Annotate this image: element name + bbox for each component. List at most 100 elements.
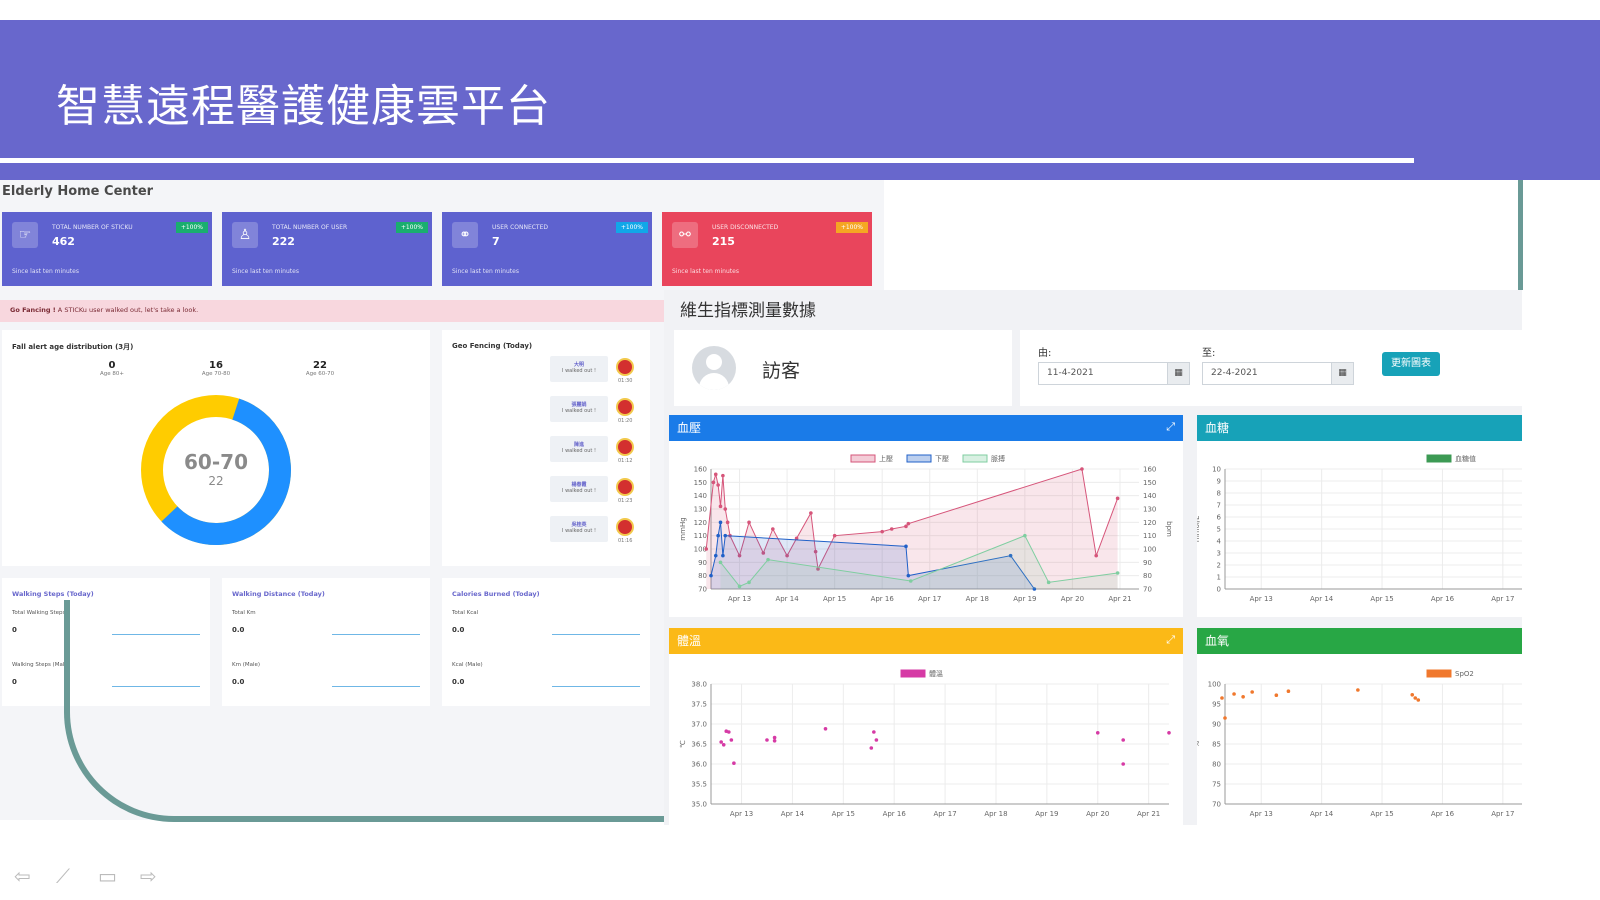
x-tick-label: Apr 13 — [1250, 810, 1273, 818]
y-tick-label: 38.0 — [691, 681, 707, 689]
metric-label: Walking Steps (Male) — [12, 662, 70, 668]
pen-icon[interactable]: ⟋ — [56, 864, 70, 888]
next-arrow-icon[interactable]: ⇨ — [140, 864, 157, 888]
y-tick-label: 36.0 — [691, 761, 707, 769]
visitor-card: 訪客 — [674, 330, 1012, 406]
geo-bubble: 吳桂英 I walked out ! — [550, 516, 608, 542]
x-tick-label: Apr 14 — [1310, 595, 1334, 603]
data-point — [889, 527, 894, 531]
panel-title: 血氧 — [1205, 634, 1230, 648]
link-icon: ⚭ — [452, 222, 478, 248]
data-point — [1046, 580, 1051, 585]
data-point — [713, 472, 718, 477]
stat-card-disconnected[interactable]: ⚯ USER DISCONNECTED 215 +100% Since last… — [662, 212, 872, 286]
x-tick-label: Apr 17 — [918, 595, 941, 603]
y2-tick-label: 140 — [1143, 492, 1156, 500]
blood-sugar-chart: 血糖值 0 1 2 3 4 5 6 7 8 9 10 Apr 13 Apr 14 Apr 15 Apr 16 A… — [1197, 454, 1522, 603]
x-tick-label: Apr 19 — [1013, 595, 1036, 603]
slide-title: 智慧遠程醫護健康雲平台 — [56, 81, 551, 132]
x-tick-label: Apr 21 — [1137, 810, 1160, 818]
data-point — [1356, 688, 1360, 692]
geo-event[interactable]: 大明 I walked out ! 01:30 — [550, 356, 646, 386]
y2-tick-label: 120 — [1143, 519, 1156, 527]
geo-event[interactable]: 張麗娟 I walked out ! 01:20 — [550, 396, 646, 426]
geo-event[interactable]: 吳桂英 I walked out ! 01:16 — [550, 516, 646, 546]
age-donut-chart — [141, 394, 291, 545]
menu-icon[interactable]: ▭ — [98, 864, 117, 888]
x-tick-label: Apr 21 — [1108, 595, 1131, 603]
y-tick-label: 37.5 — [691, 701, 707, 709]
y-tick-label: 3 — [1217, 550, 1221, 558]
geo-card-title: Geo Fencing (Today) — [452, 342, 533, 350]
update-chart-button[interactable]: 更新圖表 — [1382, 352, 1440, 376]
blood-pressure-chart: 上壓 下壓 脈搏70 7080 8090 90100 100110 110120 120130 1… — [679, 454, 1173, 603]
data-point — [1023, 533, 1027, 538]
legend-label: SpO2 — [1455, 670, 1474, 678]
stat-card-sticku[interactable]: ☞ TOTAL NUMBER OF STICKU 462 +100% Since… — [2, 212, 212, 286]
data-point — [1410, 693, 1415, 697]
y-tick-label: 36.5 — [691, 741, 707, 749]
y-tick-label: 120 — [694, 519, 707, 527]
geo-event[interactable]: 楊春霞 I walked out ! 01:23 — [550, 476, 646, 506]
stat-value: 462 — [52, 235, 75, 248]
spo2-chart: SpO2 70 75 80 85 90 95 100 Apr 13 Apr 14 Apr 15 Apr… — [1197, 669, 1522, 818]
data-point — [832, 533, 837, 538]
geo-time: 01:23 — [618, 498, 633, 504]
y-tick-label: 130 — [694, 506, 707, 514]
data-point — [1416, 698, 1421, 702]
y-tick-label: 150 — [694, 479, 707, 487]
geofence-alert[interactable]: Go Fancing ! A STICKu user walked out, l… — [0, 300, 665, 322]
stat-card-connected[interactable]: ⚭ USER CONNECTED 7 +100% Since last ten … — [442, 212, 652, 286]
expand-icon[interactable]: ⤢ — [1166, 420, 1175, 434]
y-tick-label: 35.0 — [691, 801, 707, 809]
donut-center-value: 22 — [208, 474, 224, 488]
stat-card-users[interactable]: ♙ TOTAL NUMBER OF USER 222 +100% Since l… — [222, 212, 432, 286]
geo-text: I walked out ! — [562, 488, 596, 494]
stat-badge: +100% — [175, 222, 208, 233]
y-tick-label: 70 — [698, 586, 707, 594]
vitals-title: 維生指標測量數據 — [680, 301, 816, 321]
data-point — [718, 560, 723, 565]
legend-swatch — [850, 454, 876, 463]
y-axis-label: % — [1197, 740, 1201, 747]
data-point — [1286, 689, 1291, 693]
geo-event[interactable]: 陳進 I walked out ! 01:12 — [550, 436, 646, 466]
geo-text: I walked out ! — [562, 448, 596, 454]
x-tick-label: Apr 13 — [1250, 595, 1273, 603]
title-banner: 智慧遠程醫護健康雲平台 — [0, 20, 1600, 180]
x-tick-label: Apr 13 — [728, 595, 751, 603]
y-tick-label: 90 — [698, 559, 707, 567]
legend-label: 血糖值 — [1455, 454, 1476, 463]
metric-value: 0 — [12, 678, 17, 686]
x-tick-label: Apr 18 — [984, 810, 1007, 818]
prev-arrow-icon[interactable]: ⇦ — [14, 864, 31, 888]
legend-label: 脈搏 — [991, 454, 1005, 463]
y-tick-label: 90 — [1212, 721, 1221, 729]
data-point — [1115, 496, 1120, 501]
y2-tick-label: 130 — [1143, 506, 1156, 514]
calendar-icon[interactable]: ▦ — [1331, 362, 1354, 385]
y-tick-label: 9 — [1217, 478, 1221, 486]
data-point — [721, 553, 725, 558]
stat-label: TOTAL NUMBER OF STICKU — [52, 224, 133, 231]
x-tick-label: Apr 16 — [883, 810, 907, 818]
panel-header: 體溫 ⤢ — [669, 628, 1183, 654]
geo-bubble: 楊春霞 I walked out ! — [550, 476, 608, 502]
data-point — [1115, 571, 1120, 575]
calendar-icon[interactable]: ▦ — [1167, 362, 1190, 385]
stat-badge: +100% — [615, 222, 648, 233]
decor-arc — [64, 600, 764, 822]
data-point — [1250, 690, 1254, 694]
to-date-input[interactable]: 22-4-2021 — [1202, 362, 1332, 385]
donut-center: 60-70 22 — [174, 450, 258, 488]
data-point — [880, 529, 884, 534]
stat-label: USER CONNECTED — [492, 224, 549, 231]
y-tick-label: 80 — [698, 572, 707, 580]
from-date-input[interactable]: 11-4-2021 — [1038, 362, 1168, 385]
expand-icon[interactable]: ⤢ — [1166, 633, 1175, 647]
panel-title: 血糖 — [1205, 421, 1230, 435]
visitor-name: 訪客 — [762, 360, 801, 382]
y2-tick-label: 100 — [1143, 546, 1156, 554]
y2-tick-label: 110 — [1143, 532, 1156, 540]
y-tick-label: 140 — [694, 492, 707, 500]
